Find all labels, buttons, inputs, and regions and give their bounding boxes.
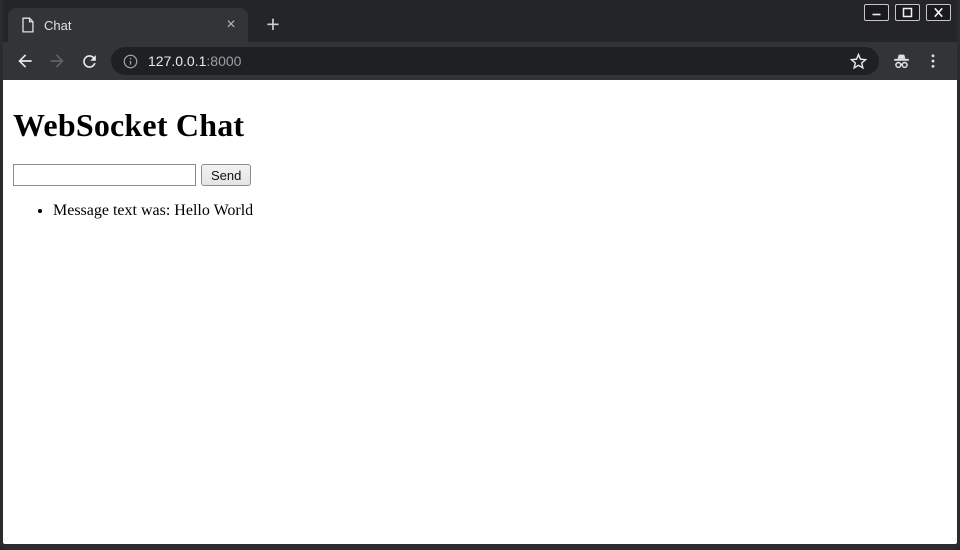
tab-close-icon[interactable]: × bbox=[222, 16, 240, 34]
incognito-indicator bbox=[885, 45, 917, 77]
site-info-icon[interactable] bbox=[122, 53, 139, 70]
window-close-button[interactable] bbox=[926, 4, 951, 21]
maximize-icon bbox=[901, 7, 914, 18]
new-tab-button[interactable]: + bbox=[259, 11, 287, 39]
forward-arrow-icon bbox=[47, 51, 67, 71]
window-minimize-button[interactable] bbox=[864, 4, 889, 21]
url-port: :8000 bbox=[206, 53, 241, 69]
message-list-item: Message text was: Hello World bbox=[53, 202, 949, 220]
page-favicon-icon bbox=[20, 17, 35, 33]
back-button[interactable] bbox=[9, 45, 41, 77]
page-title: WebSocket Chat bbox=[13, 107, 947, 144]
url-host: 127.0.0.1 bbox=[148, 53, 206, 69]
address-bar[interactable]: 127.0.0.1:8000 bbox=[111, 47, 879, 75]
three-dot-menu-icon bbox=[924, 52, 942, 70]
back-arrow-icon bbox=[15, 51, 35, 71]
forward-button[interactable] bbox=[41, 45, 73, 77]
window-maximize-button[interactable] bbox=[895, 4, 920, 21]
tab-title: Chat bbox=[44, 18, 222, 33]
tab-strip: Chat × + bbox=[3, 0, 957, 42]
browser-toolbar: 127.0.0.1:8000 bbox=[3, 42, 957, 80]
minimize-icon bbox=[870, 7, 883, 18]
browser-window: Chat × + bbox=[0, 0, 960, 550]
reload-button[interactable] bbox=[73, 45, 105, 77]
incognito-icon bbox=[890, 50, 913, 73]
message-list: Message text was: Hello World bbox=[13, 202, 949, 220]
window-controls bbox=[864, 4, 951, 21]
chat-form: Send bbox=[13, 164, 949, 186]
bookmark-star-icon[interactable] bbox=[848, 51, 869, 72]
page-content: WebSocket Chat Send Message text was: He… bbox=[3, 80, 957, 544]
url-text[interactable]: 127.0.0.1:8000 bbox=[148, 53, 241, 69]
reload-icon bbox=[80, 52, 99, 71]
send-button[interactable]: Send bbox=[201, 164, 251, 186]
close-icon bbox=[932, 7, 945, 18]
menu-button[interactable] bbox=[917, 45, 949, 77]
tab-chat[interactable]: Chat × bbox=[8, 8, 248, 42]
message-input[interactable] bbox=[13, 164, 196, 186]
